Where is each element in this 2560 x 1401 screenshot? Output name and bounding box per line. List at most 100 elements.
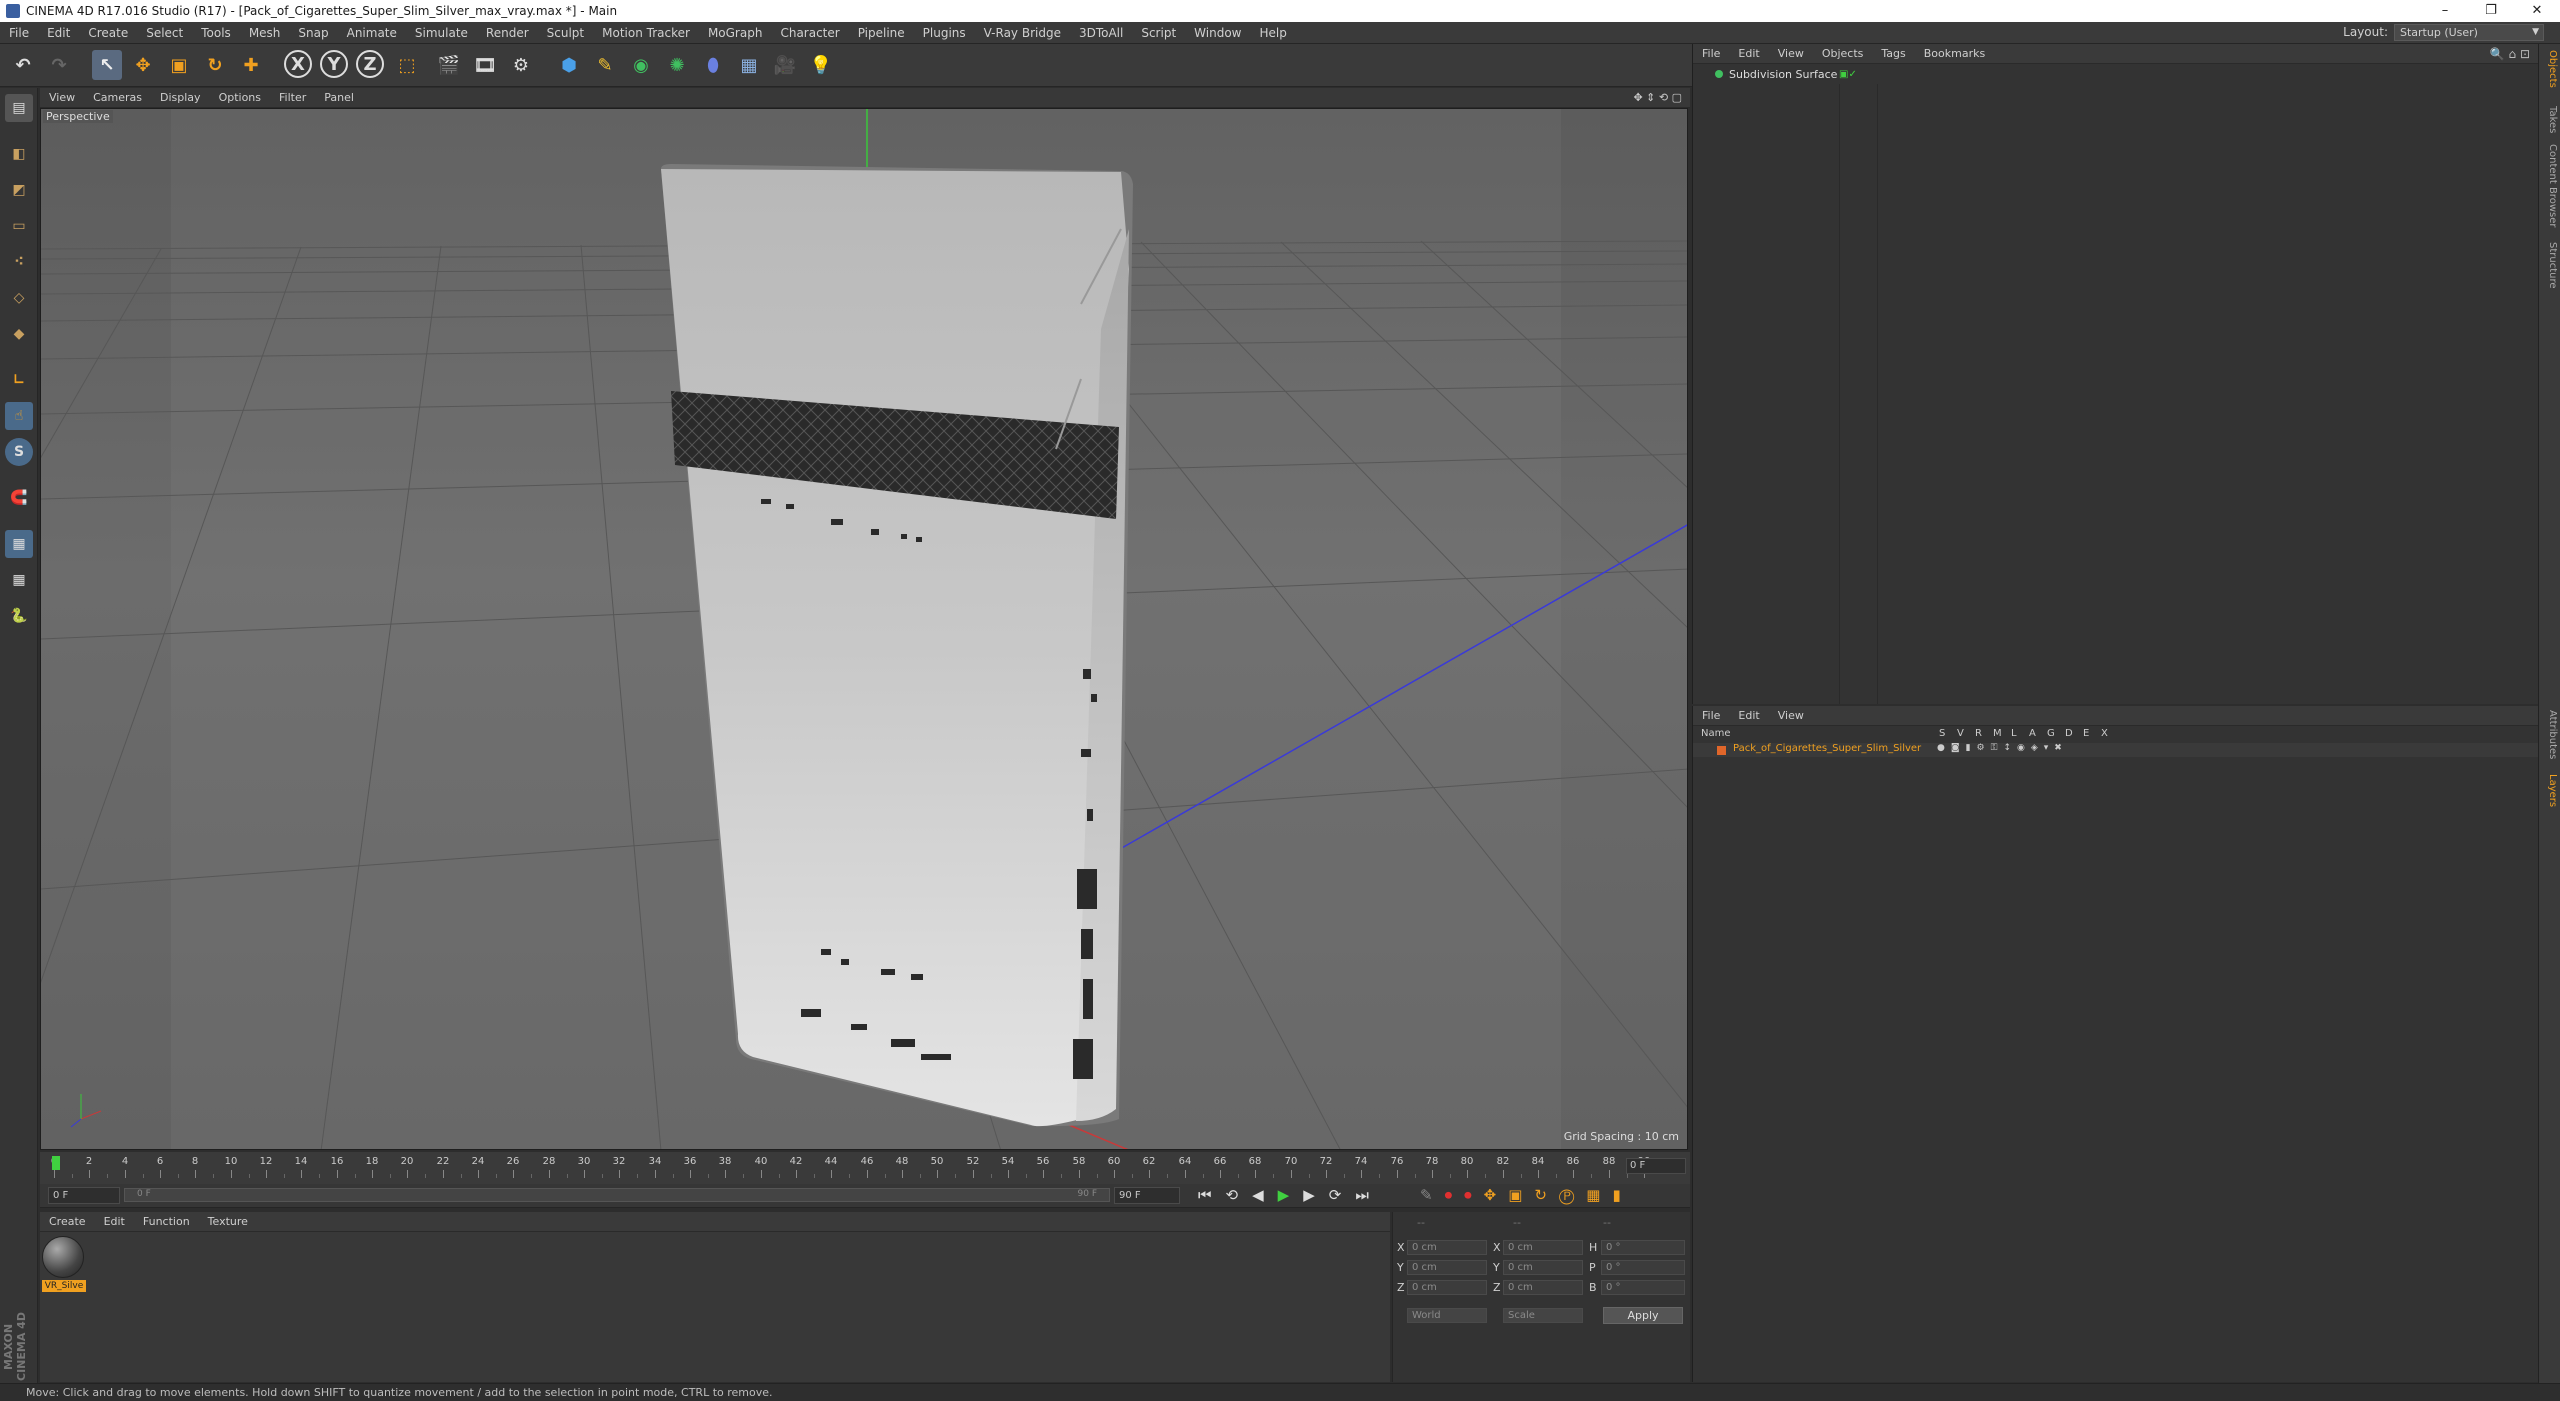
key-pla-icon[interactable]: ▦: [1586, 1186, 1612, 1204]
rotation-p-field[interactable]: 0 °: [1601, 1260, 1685, 1275]
menu-mograph[interactable]: MoGraph: [699, 26, 772, 40]
z-axis-button[interactable]: Z: [356, 50, 384, 78]
polygons-mode-icon[interactable]: ◆: [5, 320, 33, 348]
end-frame-field[interactable]: 90 F: [1114, 1187, 1180, 1204]
material-menu-function[interactable]: Function: [134, 1215, 199, 1228]
object-manager-search-icon[interactable]: 🔍 ⌂ ⊡: [2490, 47, 2530, 61]
menu-help[interactable]: Help: [1250, 26, 1295, 40]
y-axis-button[interactable]: Y: [320, 50, 348, 78]
layout-select[interactable]: Startup (User) ▼: [2394, 24, 2544, 41]
render-view-icon[interactable]: 🎬: [434, 50, 464, 80]
object-menu-edit[interactable]: Edit: [1729, 47, 1768, 60]
current-frame-field[interactable]: 0 F: [1626, 1158, 1686, 1174]
playhead[interactable]: [52, 1156, 60, 1170]
menu-character[interactable]: Character: [771, 26, 848, 40]
menu-simulate[interactable]: Simulate: [406, 26, 477, 40]
planar-workplane-icon[interactable]: ▦: [5, 566, 33, 594]
maximize-button[interactable]: ❐: [2468, 0, 2514, 22]
workplane-lock-icon[interactable]: ▦: [5, 530, 33, 558]
layer-menu-view[interactable]: View: [1769, 709, 1813, 722]
tab-objects[interactable]: Objects: [2542, 50, 2558, 88]
tab-content-browser[interactable]: Content Browser: [2542, 144, 2558, 227]
menu-plugins[interactable]: Plugins: [914, 26, 975, 40]
viewport-menu-view[interactable]: View: [40, 91, 84, 104]
menu-edit[interactable]: Edit: [38, 26, 79, 40]
menu-mesh[interactable]: Mesh: [240, 26, 290, 40]
layer-color-swatch[interactable]: [1717, 746, 1726, 755]
record-keys-icon[interactable]: ⏺: [1445, 1186, 1465, 1204]
menu-pipeline[interactable]: Pipeline: [849, 26, 914, 40]
play-icon[interactable]: ▶: [1278, 1186, 1304, 1204]
position-z-field[interactable]: 0 cm: [1407, 1280, 1487, 1295]
object-menu-tags[interactable]: Tags: [1872, 47, 1914, 60]
points-mode-icon[interactable]: ⁖: [5, 248, 33, 276]
object-row[interactable]: Subdivision Surface ▣✓: [1693, 66, 2529, 82]
go-to-end-icon[interactable]: ⏭: [1355, 1186, 1383, 1204]
rotation-h-field[interactable]: 0 °: [1601, 1240, 1685, 1255]
menu-file[interactable]: File: [0, 26, 38, 40]
scale-tool-icon[interactable]: ▣: [164, 50, 194, 80]
key-position-icon[interactable]: ✥: [1484, 1186, 1509, 1204]
tweak-mode-icon[interactable]: ☝: [5, 402, 33, 430]
rotation-b-field[interactable]: 0 °: [1601, 1280, 1685, 1295]
render-to-picture-viewer-icon[interactable]: 🎞: [470, 50, 500, 80]
layer-name[interactable]: Pack_of_Cigarettes_Super_Slim_Silver: [1733, 743, 1921, 754]
range-slider[interactable]: 0 F 90 F: [124, 1188, 1110, 1202]
layer-row[interactable]: Pack_of_Cigarettes_Super_Slim_Silver ●◙▮…: [1693, 743, 2539, 757]
camera-icon[interactable]: 🎥: [770, 50, 800, 80]
position-x-field[interactable]: 0 cm: [1407, 1240, 1487, 1255]
layer-flag-icons[interactable]: ●◙▮⚙⚿↕◉◈▾✖: [1937, 743, 2068, 753]
recent-tool-icon[interactable]: ✚: [236, 50, 266, 80]
menu-snap[interactable]: Snap: [289, 26, 337, 40]
floor-grid-icon[interactable]: ▦: [734, 50, 764, 80]
start-frame-field[interactable]: 0 F: [48, 1187, 120, 1204]
magnet-icon[interactable]: 🧲: [5, 484, 33, 512]
menu-vray-bridge[interactable]: V-Ray Bridge: [975, 26, 1070, 40]
axis-mode-icon[interactable]: ∟: [5, 366, 33, 394]
menu-window[interactable]: Window: [1185, 26, 1250, 40]
coordinate-system-icon[interactable]: ⬚: [392, 50, 422, 80]
subdivision-surface-icon[interactable]: ◉: [626, 50, 656, 80]
timeline-window-icon[interactable]: ▮: [1612, 1186, 1632, 1204]
size-z-field[interactable]: 0 cm: [1503, 1280, 1583, 1295]
make-editable-icon[interactable]: ▤: [5, 94, 33, 122]
tab-takes[interactable]: Takes: [2542, 106, 2558, 133]
position-y-field[interactable]: 0 cm: [1407, 1260, 1487, 1275]
viewport-menu-cameras[interactable]: Cameras: [84, 91, 151, 104]
viewport-menu-filter[interactable]: Filter: [270, 91, 315, 104]
rotate-tool-icon[interactable]: ↻: [200, 50, 230, 80]
prev-keyframe-icon[interactable]: ⟲: [1226, 1186, 1253, 1204]
texture-mode-icon[interactable]: ◩: [5, 176, 33, 204]
key-rotation-icon[interactable]: ↻: [1534, 1186, 1559, 1204]
tab-layers[interactable]: Layers: [2542, 774, 2558, 807]
tab-structure[interactable]: Structure: [2542, 242, 2558, 289]
material-menu-texture[interactable]: Texture: [199, 1215, 257, 1228]
menu-tools[interactable]: Tools: [192, 26, 240, 40]
object-name[interactable]: Subdivision Surface: [1729, 68, 1837, 81]
array-generator-icon[interactable]: ✺: [662, 50, 692, 80]
object-menu-bookmarks[interactable]: Bookmarks: [1915, 47, 1994, 60]
menu-render[interactable]: Render: [477, 26, 538, 40]
cigarette-pack-model[interactable]: [661, 164, 1133, 1127]
x-axis-button[interactable]: X: [284, 50, 312, 78]
prev-frame-icon[interactable]: ◀: [1252, 1186, 1278, 1204]
edit-render-settings-icon[interactable]: ⚙: [506, 50, 536, 80]
workplane-mode-icon[interactable]: ▭: [5, 212, 33, 240]
viewport-menu-options[interactable]: Options: [210, 91, 270, 104]
apply-button[interactable]: Apply: [1603, 1307, 1683, 1324]
close-button[interactable]: ✕: [2514, 0, 2560, 22]
menu-create[interactable]: Create: [79, 26, 137, 40]
size-y-field[interactable]: 0 cm: [1503, 1260, 1583, 1275]
autokey-icon[interactable]: ⏺: [1464, 1186, 1484, 1204]
material-swatch[interactable]: VR_Silve: [42, 1236, 86, 1296]
viewport-navigation-icons[interactable]: ✥ ⇕ ⟲ ▢: [1633, 91, 1682, 104]
python-icon[interactable]: 🐍: [5, 602, 33, 630]
menu-sculpt[interactable]: Sculpt: [538, 26, 593, 40]
size-x-field[interactable]: 0 cm: [1503, 1240, 1583, 1255]
key-scale-icon[interactable]: ▣: [1508, 1186, 1534, 1204]
next-frame-icon[interactable]: ▶: [1303, 1186, 1329, 1204]
object-menu-objects[interactable]: Objects: [1813, 47, 1873, 60]
snap-button[interactable]: S: [5, 438, 33, 466]
object-menu-view[interactable]: View: [1769, 47, 1813, 60]
menu-select[interactable]: Select: [137, 26, 192, 40]
